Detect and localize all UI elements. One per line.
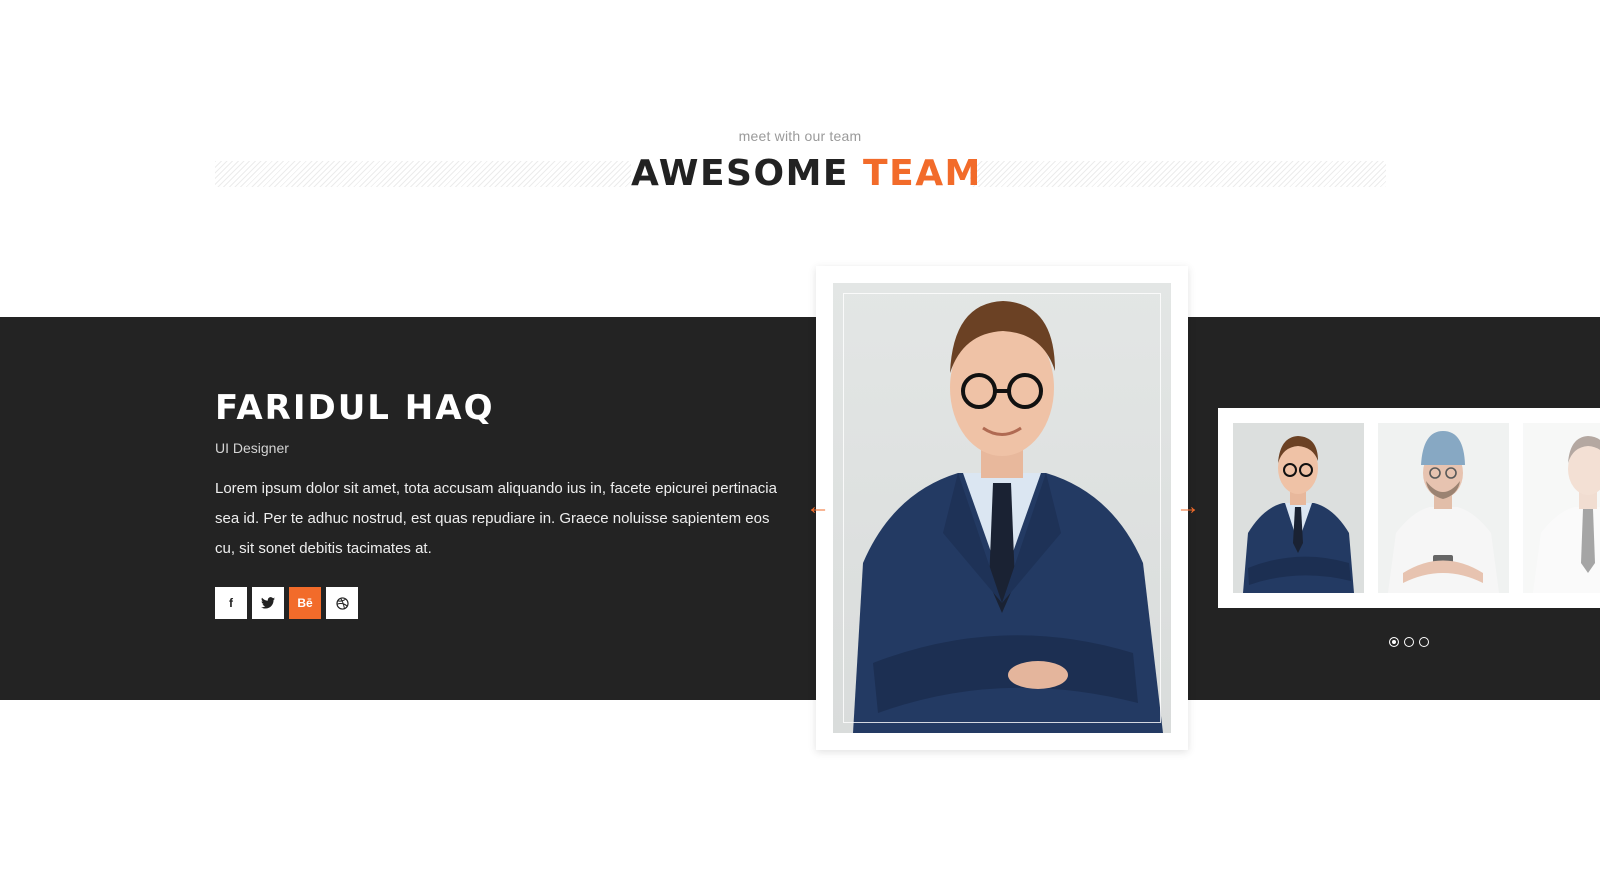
- thumbnail-2[interactable]: [1378, 423, 1509, 593]
- man-in-beanie-thumb: [1388, 431, 1499, 593]
- social-links: f Bē: [215, 587, 358, 619]
- photo-inner-frame: [843, 293, 1161, 723]
- facebook-icon: f: [229, 596, 233, 610]
- section-title-accent: TEAM: [863, 153, 982, 194]
- title-decoration-left: [215, 161, 631, 187]
- dribbble-icon: [335, 596, 349, 610]
- section-title: AWESOME TEAM: [631, 151, 980, 197]
- dribbble-link[interactable]: [326, 587, 358, 619]
- man-in-shirt-thumb: [1533, 436, 1600, 593]
- section-subtitle: meet with our team: [738, 128, 862, 144]
- behance-icon: Bē: [297, 596, 313, 610]
- next-arrow-icon[interactable]: →: [1176, 495, 1200, 519]
- thumbnail-3[interactable]: [1523, 423, 1600, 593]
- pagination-dot-1[interactable]: [1389, 637, 1399, 647]
- twitter-icon: [261, 597, 275, 609]
- carousel-pagination: [1389, 637, 1429, 647]
- pagination-dot-3[interactable]: [1419, 637, 1429, 647]
- man-in-suit-thumb: [1243, 436, 1354, 593]
- member-role: UI Designer: [215, 440, 289, 456]
- thumbnail-strip: [1218, 408, 1600, 608]
- member-photo-card: [816, 266, 1188, 750]
- member-bio: Lorem ipsum dolor sit amet, tota accusam…: [215, 480, 777, 557]
- twitter-link[interactable]: [252, 587, 284, 619]
- member-name: FARIDUL HAQ: [215, 388, 495, 428]
- section-title-main: AWESOME: [631, 153, 849, 194]
- behance-link[interactable]: Bē: [289, 587, 321, 619]
- facebook-link[interactable]: f: [215, 587, 247, 619]
- title-decoration-right: [970, 161, 1386, 187]
- previous-arrow-icon[interactable]: ←: [806, 495, 830, 519]
- thumbnail-1[interactable]: [1233, 423, 1364, 593]
- pagination-dot-2[interactable]: [1404, 637, 1414, 647]
- member-photo: [833, 283, 1171, 733]
